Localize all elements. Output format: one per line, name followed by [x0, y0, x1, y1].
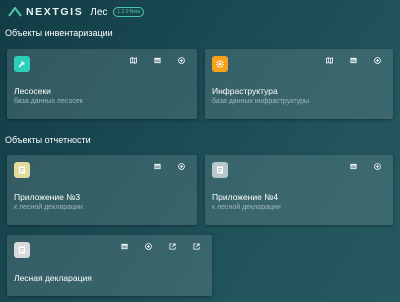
table-icon [349, 163, 357, 169]
add-button[interactable] [367, 160, 387, 172]
document-icon [14, 242, 30, 258]
map-icon [325, 56, 333, 64]
nextgis-logo-icon [8, 7, 22, 17]
table-icon [153, 57, 161, 63]
add-button[interactable] [138, 240, 158, 252]
map-button[interactable] [123, 54, 143, 66]
card-title: Лесная декларация [14, 273, 92, 283]
add-circle-icon [373, 56, 381, 64]
table-button[interactable] [147, 54, 167, 66]
card-title: Приложение №3 [14, 192, 81, 202]
app-name: Лес [90, 6, 108, 18]
card-subtitle: к лесной декларации [212, 204, 281, 211]
card-subtitle: к лесной декларации [14, 204, 83, 211]
add-button[interactable] [171, 160, 191, 172]
card-title: Лесосеки [14, 86, 51, 96]
version-badge: 1.2.0 Beta [113, 7, 145, 17]
table-button[interactable] [147, 160, 167, 172]
external-link-icon [192, 242, 200, 250]
add-circle-icon [177, 162, 185, 170]
open-external-button-2[interactable] [186, 240, 206, 252]
axe-icon [14, 56, 30, 72]
table-icon [153, 163, 161, 169]
add-button[interactable] [367, 54, 387, 66]
section-title-reports: Объекты отчетности [5, 135, 91, 145]
card-subtitle: база данных лесосек [14, 98, 83, 105]
card-subtitle: база данных инфраструктуры [212, 98, 310, 105]
card-title: Инфраструктура [212, 86, 278, 96]
logo-text: NEXTGIS [26, 6, 84, 18]
card-appendix-4[interactable]: Приложение №4 к лесной декларации [205, 155, 393, 225]
card-forest-declaration[interactable]: Лесная декларация [7, 235, 212, 296]
table-button[interactable] [114, 240, 134, 252]
table-button[interactable] [343, 54, 363, 66]
section-title-inventory: Объекты инвентаризации [5, 28, 113, 38]
card-title: Приложение №4 [212, 192, 279, 202]
table-button[interactable] [343, 160, 363, 172]
card-infrastructure[interactable]: Инфраструктура база данных инфраструктур… [205, 49, 393, 119]
map-icon [129, 56, 137, 64]
table-icon [349, 57, 357, 63]
document-icon [14, 162, 30, 178]
document-icon [212, 162, 228, 178]
add-circle-icon [144, 242, 152, 250]
external-link-icon [168, 242, 176, 250]
card-lesoseki[interactable]: Лесосеки база данных лесосек [7, 49, 197, 119]
add-circle-icon [373, 162, 381, 170]
map-button[interactable] [319, 54, 339, 66]
add-circle-icon [177, 56, 185, 64]
app-header: NEXTGIS Лес 1.2.0 Beta [8, 5, 145, 19]
card-appendix-3[interactable]: Приложение №3 к лесной декларации [7, 155, 197, 225]
open-external-button[interactable] [162, 240, 182, 252]
table-icon [120, 243, 128, 249]
add-button[interactable] [171, 54, 191, 66]
gear-icon [212, 56, 228, 72]
